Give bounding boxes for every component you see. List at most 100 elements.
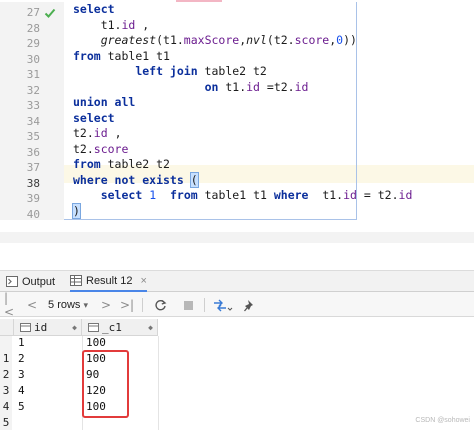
code-token: where not exists: [73, 172, 184, 187]
code-token: select: [100, 188, 143, 202]
code-token: )): [343, 33, 357, 47]
row-number[interactable]: [0, 336, 12, 352]
column-header-c1[interactable]: _c1 ◆: [82, 319, 158, 336]
column-icon: [88, 322, 99, 332]
code-token: score: [93, 141, 129, 156]
code-token: id: [246, 79, 260, 94]
pin-icon[interactable]: [242, 297, 258, 313]
tab-result-12[interactable]: Result 12 ×: [70, 271, 147, 292]
code-token: ): [72, 202, 81, 219]
code-token: select: [73, 110, 115, 125]
sort-icon[interactable]: ◆: [72, 323, 77, 332]
code-token: (t2.: [266, 33, 295, 47]
code-token: greatest: [100, 33, 157, 47]
code-token: = t2.: [356, 188, 399, 202]
compare-icon[interactable]: [212, 297, 234, 313]
code-token: where: [273, 188, 309, 202]
cell-id[interactable]: 3: [18, 368, 25, 384]
code-line: ): [72, 202, 81, 222]
code-token: t1.: [218, 79, 247, 94]
tab-output[interactable]: Output: [6, 271, 55, 292]
cell-id[interactable]: 5: [18, 400, 25, 416]
cell-id[interactable]: 4: [18, 384, 25, 400]
first-page-icon[interactable]: |<: [4, 291, 18, 319]
column-header-id[interactable]: id ◆: [14, 319, 82, 336]
sort-icon[interactable]: ◆: [148, 323, 153, 332]
previous-page-icon[interactable]: <: [26, 297, 38, 313]
table-row[interactable]: 2 3 90: [0, 368, 474, 384]
table-row[interactable]: 1 2 100: [0, 352, 474, 368]
code-token: from: [73, 48, 101, 63]
tab-result-label: Result 12: [86, 274, 133, 287]
code-token: score: [294, 33, 330, 47]
sql-editor[interactable]: 27 28 29 30 31 32 33 34 35 36 37 38 39 40 select t1.i…: [0, 0, 474, 243]
highlight-box: [82, 350, 129, 418]
table-row[interactable]: 3 4 120: [0, 384, 474, 400]
row-number[interactable]: 5: [0, 416, 12, 430]
close-icon[interactable]: ×: [140, 275, 146, 287]
toolbar-divider: [204, 298, 205, 312]
code-token: select: [73, 2, 115, 16]
code-token: table2 t2: [100, 157, 170, 171]
code-token: t2.: [73, 141, 94, 156]
table-row[interactable]: 1 100: [0, 336, 474, 352]
refresh-icon[interactable]: [152, 297, 168, 313]
row-number[interactable]: 1: [0, 352, 12, 368]
code-token: =t2.: [259, 79, 295, 94]
code-token: left join: [135, 64, 198, 78]
code-token: id: [121, 17, 136, 32]
cell-id[interactable]: 1: [18, 336, 25, 352]
code-token: t2.: [73, 126, 94, 140]
code-line: select 1 from table1 t1 where t1.id = t2…: [73, 188, 413, 206]
editor-scrollbar[interactable]: [0, 232, 474, 243]
table-row[interactable]: 5: [0, 416, 474, 430]
code-token: table2 t2: [197, 64, 267, 78]
last-page-icon[interactable]: >|: [120, 297, 134, 313]
code-token: ,: [135, 17, 150, 32]
line-number: 40: [26, 207, 40, 221]
code-token: (t1.: [156, 33, 184, 47]
grid-header: id ◆ _c1 ◆: [0, 319, 474, 336]
column-header-label: id: [34, 320, 48, 334]
result-grid[interactable]: id ◆ _c1 ◆ 1 100 1 2 100 2 3 90 3 4 120 4 5 100 5: [0, 317, 474, 430]
corner-cell: [0, 319, 14, 336]
row-number[interactable]: 3: [0, 384, 12, 400]
line-number-gutter: 27 28 29 30 31 32 33 34 35 36 37 38 39 40: [0, 2, 64, 221]
code-token: union all: [73, 95, 136, 109]
row-count-dropdown[interactable]: 5 rows ▾: [46, 297, 90, 313]
code-token: id: [343, 188, 357, 202]
panel-splitter[interactable]: [0, 243, 474, 271]
table-row[interactable]: 4 5 100: [0, 400, 474, 416]
code-token: id: [93, 126, 108, 140]
row-count-label: 5 rows: [48, 299, 81, 311]
code-token: from: [169, 188, 198, 202]
tab-output-label: Output: [22, 275, 56, 288]
code-token: (: [189, 171, 199, 188]
chevron-down-icon: ▾: [83, 299, 88, 310]
next-page-icon[interactable]: >: [100, 297, 112, 313]
table-icon: [70, 275, 82, 286]
code-token: id: [398, 188, 413, 202]
code-token: maxScore: [183, 33, 240, 47]
code-token: from: [73, 157, 101, 171]
code-token: on: [204, 79, 219, 94]
row-number[interactable]: 2: [0, 368, 12, 384]
column-divider: [158, 336, 159, 430]
watermark: CSDN @sohowei: [415, 417, 470, 424]
code-token: table1 t1: [100, 48, 170, 63]
check-icon: [44, 8, 56, 18]
code-token: nvl: [246, 33, 267, 47]
stop-icon[interactable]: [180, 297, 196, 313]
code-token: table1 t1: [197, 188, 274, 202]
code-token: ,: [107, 126, 122, 140]
cell-id[interactable]: 2: [18, 352, 25, 368]
row-number[interactable]: 4: [0, 400, 12, 416]
code-token: t1.: [73, 17, 122, 32]
result-tabbar: Output Result 12 ×: [0, 271, 474, 292]
